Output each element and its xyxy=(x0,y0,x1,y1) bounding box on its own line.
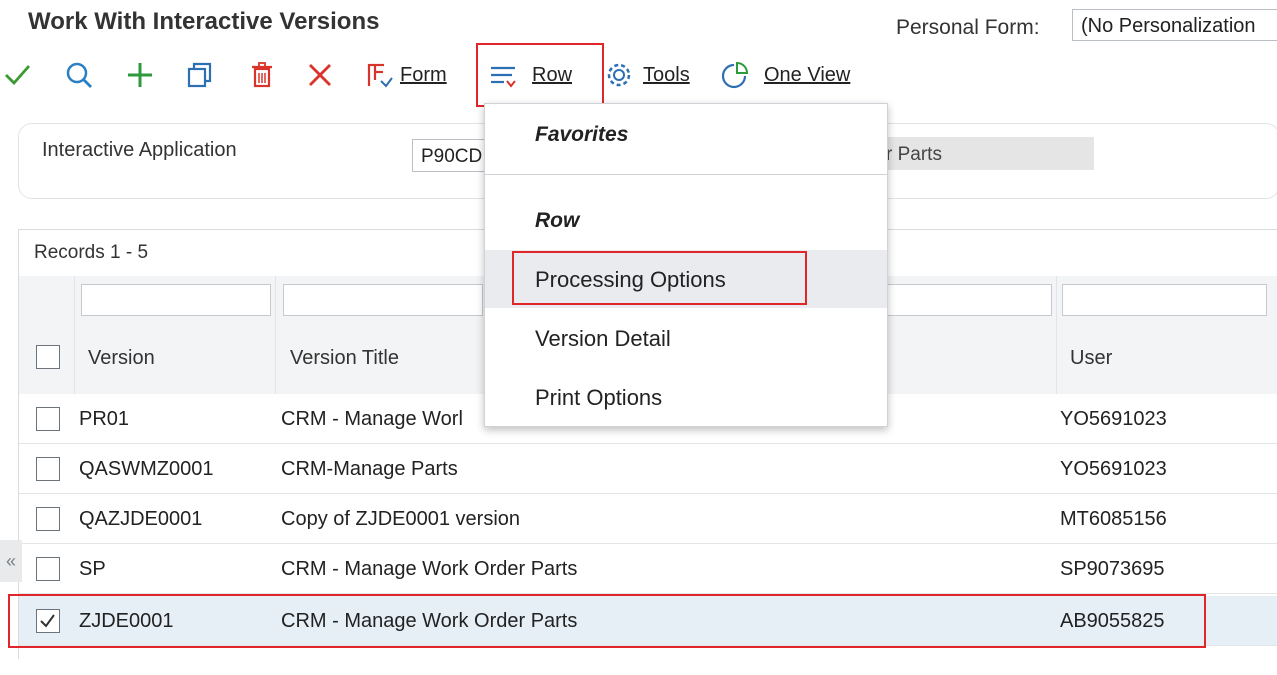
table-row[interactable]: QASWMZ0001 CRM-Manage Parts YO5691023 xyxy=(19,444,1277,494)
menu-item-version-detail[interactable]: Version Detail xyxy=(485,309,887,367)
page-title: Work With Interactive Versions xyxy=(28,8,380,35)
row-checkbox[interactable] xyxy=(36,507,60,531)
tools-menu-button[interactable]: Tools xyxy=(643,64,690,87)
row-checkbox[interactable] xyxy=(36,557,60,581)
copy-icon[interactable] xyxy=(183,58,217,92)
user-cell: SP9073695 xyxy=(1060,558,1165,580)
version-title-cell: Copy of ZJDE0001 version xyxy=(281,508,521,530)
menu-item-label: Print Options xyxy=(535,385,663,410)
version-cell: PR01 xyxy=(79,408,130,430)
cancel-icon[interactable] xyxy=(303,58,337,92)
interactive-application-label: Interactive Application xyxy=(42,139,237,161)
form-menu-button[interactable]: Form xyxy=(400,64,447,87)
menu-item-label: Version Detail xyxy=(535,326,671,351)
qbe-title-input-right[interactable] xyxy=(886,284,1052,316)
version-cell: QAZJDE0001 xyxy=(79,508,203,530)
version-title-cell: CRM-Manage Parts xyxy=(281,458,458,480)
qbe-version-input[interactable] xyxy=(81,284,271,316)
one-view-button[interactable]: One View xyxy=(764,64,850,87)
version-cell: SP xyxy=(79,558,106,580)
table-row[interactable]: SP CRM - Manage Work Order Parts SP90736… xyxy=(19,544,1277,594)
interactive-application-description: r Parts xyxy=(860,137,1094,170)
user-cell: YO5691023 xyxy=(1060,458,1167,480)
collapse-panel-icon[interactable]: « xyxy=(0,540,22,582)
add-icon[interactable] xyxy=(123,58,157,92)
records-count: Records 1 - 5 xyxy=(34,242,149,263)
select-all-checkbox[interactable] xyxy=(36,345,60,369)
menu-item-print-options[interactable]: Print Options xyxy=(485,368,887,426)
user-cell: MT6085156 xyxy=(1060,508,1167,530)
menu-divider xyxy=(485,174,887,175)
row-checkbox[interactable] xyxy=(36,457,60,481)
column-header-user[interactable]: User xyxy=(1070,347,1112,370)
one-view-icon[interactable] xyxy=(717,58,751,92)
menu-section-favorites: Favorites xyxy=(535,123,629,146)
form-exit-icon[interactable] xyxy=(362,58,396,92)
delete-icon[interactable] xyxy=(245,58,279,92)
row-checkbox[interactable] xyxy=(36,407,60,431)
qbe-user-input[interactable] xyxy=(1062,284,1267,316)
column-header-version-title[interactable]: Version Title xyxy=(290,347,399,370)
version-title-cell: CRM - Manage Worl xyxy=(281,408,463,430)
search-icon[interactable] xyxy=(62,58,96,92)
row-menu-highlight xyxy=(476,43,604,107)
column-header-version[interactable]: Version xyxy=(88,347,155,370)
personal-form-label: Personal Form: xyxy=(896,16,1040,39)
processing-options-highlight xyxy=(512,251,807,305)
user-cell: YO5691023 xyxy=(1060,408,1167,430)
ok-check-icon[interactable] xyxy=(0,58,34,92)
version-cell: QASWMZ0001 xyxy=(79,458,214,480)
qbe-title-input[interactable] xyxy=(283,284,483,316)
table-row[interactable]: QAZJDE0001 Copy of ZJDE0001 version MT60… xyxy=(19,494,1277,544)
version-title-cell: CRM - Manage Work Order Parts xyxy=(281,558,578,580)
tools-gear-icon[interactable] xyxy=(602,58,636,92)
personal-form-select[interactable]: (No Personalization xyxy=(1072,9,1277,41)
menu-section-row: Row xyxy=(535,209,580,232)
selected-row-highlight xyxy=(8,594,1206,648)
